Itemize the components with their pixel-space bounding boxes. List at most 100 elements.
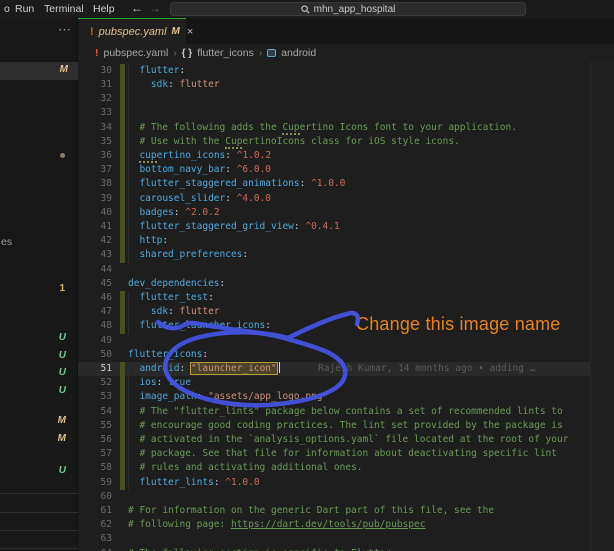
code-line-56[interactable]: 56 # activated in the `analysis_options.… xyxy=(78,433,590,447)
code-line-59[interactable]: 59 flutter_lints: ^1.0.0 xyxy=(78,476,590,490)
code-editor[interactable]: 30 flutter:31 sdk: flutter323334 # The f… xyxy=(78,62,614,551)
code-text: flutter_icons: xyxy=(128,348,208,362)
menu-help[interactable]: Help xyxy=(90,0,118,18)
code-text: android: "launcher_icon" xyxy=(128,362,280,376)
git-gutter-changed xyxy=(120,291,125,305)
explorer-row[interactable]: U xyxy=(0,331,78,347)
menu-run[interactable]: Run xyxy=(12,0,37,18)
code-line-40[interactable]: 40 badges: ^2.0.2 xyxy=(78,206,590,220)
code-line-61[interactable]: 61# For information on the generic Dart … xyxy=(78,504,590,518)
code-line-42[interactable]: 42 http: xyxy=(78,234,590,248)
explorer-row[interactable]: U xyxy=(0,366,78,382)
code-line-31[interactable]: 31 sdk: flutter xyxy=(78,78,590,92)
code-line-43[interactable]: 43 shared_preferences: xyxy=(78,248,590,262)
code-line-54[interactable]: 54 # The "flutter_lints" package below c… xyxy=(78,405,590,419)
code-line-41[interactable]: 41 flutter_staggered_grid_view: ^0.4.1 xyxy=(78,220,590,234)
explorer-row[interactable]: M xyxy=(0,414,78,430)
code-line-38[interactable]: 38 flutter_staggered_animations: ^1.0.0 xyxy=(78,177,590,191)
code-line-50[interactable]: 50flutter_icons: xyxy=(78,348,590,362)
menu-terminal[interactable]: Terminal xyxy=(41,0,87,18)
code-line-34[interactable]: 34 # The following adds the Cupertino Ic… xyxy=(78,121,590,135)
code-text: # package. See that file for information… xyxy=(128,447,557,461)
code-line-60[interactable]: 60 xyxy=(78,490,590,504)
explorer-row[interactable]: U xyxy=(0,464,78,480)
line-number: 56 xyxy=(78,433,112,447)
breadcrumb-file[interactable]: pubspec.yaml xyxy=(104,47,169,59)
code-line-63[interactable]: 63 xyxy=(78,532,590,546)
back-arrow-icon[interactable]: ← xyxy=(131,0,143,18)
code-line-57[interactable]: 57 # package. See that file for informat… xyxy=(78,447,590,461)
code-line-49[interactable]: 49 xyxy=(78,334,590,348)
code-line-30[interactable]: 30 flutter: xyxy=(78,64,590,78)
git-untracked-badge: U xyxy=(59,350,66,361)
code-line-33[interactable]: 33 xyxy=(78,106,590,120)
command-center-search[interactable]: mhn_app_hospital xyxy=(170,2,526,16)
code-text: badges: ^2.0.2 xyxy=(128,206,220,220)
git-untracked-badge: U xyxy=(59,385,66,396)
git-gutter-changed xyxy=(120,390,125,404)
explorer-sidebar: ⋯ M es1UUUUMMU xyxy=(0,18,78,551)
code-line-51[interactable]: 51 android: "launcher_icon"Rajesh Kumar,… xyxy=(78,362,590,376)
code-line-45[interactable]: 45dev_dependencies: xyxy=(78,277,590,291)
explorer-row[interactable]: M xyxy=(0,432,78,448)
code-line-32[interactable]: 32 xyxy=(78,92,590,106)
code-line-36[interactable]: 36 cupertino_icons: ^1.0.2 xyxy=(78,149,590,163)
code-line-44[interactable]: 44 xyxy=(78,263,590,277)
code-line-52[interactable]: 52 ios: true xyxy=(78,376,590,390)
code-line-35[interactable]: 35 # Use with the CupertinoIcons class f… xyxy=(78,135,590,149)
explorer-row[interactable]: U xyxy=(0,349,78,365)
line-number: 46 xyxy=(78,291,112,305)
code-line-62[interactable]: 62# following page: https://dart.dev/too… xyxy=(78,518,590,532)
code-text: bottom_navy_bar: ^6.0.0 xyxy=(128,163,271,177)
git-gutter-changed xyxy=(120,362,125,376)
code-line-37[interactable]: 37 bottom_navy_bar: ^6.0.0 xyxy=(78,163,590,177)
symbol-field-icon xyxy=(267,49,276,57)
line-number: 40 xyxy=(78,206,112,220)
git-modified-badge: M xyxy=(60,64,68,75)
code-line-55[interactable]: 55 # encourage good coding practices. Th… xyxy=(78,419,590,433)
line-number: 42 xyxy=(78,234,112,248)
code-text: flutter_staggered_animations: ^1.0.0 xyxy=(128,177,345,191)
line-number: 58 xyxy=(78,461,112,475)
git-gutter-changed xyxy=(120,106,125,120)
line-number: 49 xyxy=(78,334,112,348)
more-actions-icon[interactable]: ⋯ xyxy=(58,22,72,38)
git-gutter-changed xyxy=(120,476,125,490)
git-gutter-changed xyxy=(120,220,125,234)
git-gutter-changed xyxy=(120,64,125,78)
breadcrumb-field[interactable]: android xyxy=(281,47,316,59)
git-gutter-changed xyxy=(120,405,125,419)
line-number: 63 xyxy=(78,532,112,546)
code-line-39[interactable]: 39 carousel_slider: ^4.0.0 xyxy=(78,192,590,206)
line-number: 48 xyxy=(78,319,112,333)
code-line-64[interactable]: 64# The following section is specific to… xyxy=(78,547,590,551)
code-text: # rules and activating additional ones. xyxy=(128,461,363,475)
code-line-46[interactable]: 46 flutter_test: xyxy=(78,291,590,305)
explorer-row[interactable]: U xyxy=(0,384,78,400)
line-number: 57 xyxy=(78,447,112,461)
git-gutter-changed xyxy=(120,78,125,92)
code-line-53[interactable]: 53 image_path: "assets/app_logo.png" xyxy=(78,390,590,404)
code-text: # activated in the `analysis_options.yam… xyxy=(128,433,568,447)
git-gutter-changed xyxy=(120,163,125,177)
line-number: 39 xyxy=(78,192,112,206)
close-icon[interactable]: × xyxy=(187,26,193,38)
git-gutter-changed xyxy=(120,135,125,149)
git-gutter-changed xyxy=(120,248,125,262)
code-text: # following page: https://dart.dev/tools… xyxy=(128,518,425,532)
forward-arrow-icon[interactable]: → xyxy=(149,0,161,18)
breadcrumb-warning-icon: ! xyxy=(95,47,99,59)
git-untracked-badge: U xyxy=(59,465,66,476)
line-number: 52 xyxy=(78,376,112,390)
search-icon xyxy=(301,5,310,14)
code-text: carousel_slider: ^4.0.0 xyxy=(128,192,271,206)
breadcrumb: ! pubspec.yaml › { } flutter_icons › and… xyxy=(78,44,614,62)
code-line-58[interactable]: 58 # rules and activating additional one… xyxy=(78,461,590,475)
code-text: # The following adds the Cupertino Icons… xyxy=(128,121,517,135)
tab-pubspec-yaml[interactable]: ! pubspec.yaml M × xyxy=(78,18,186,44)
git-gutter-changed xyxy=(120,192,125,206)
scrollbar-gutter[interactable] xyxy=(590,62,614,551)
breadcrumb-symbol[interactable]: flutter_icons xyxy=(197,47,254,59)
code-text: flutter: xyxy=(128,64,185,78)
explorer-selected-row[interactable]: M xyxy=(0,62,78,80)
